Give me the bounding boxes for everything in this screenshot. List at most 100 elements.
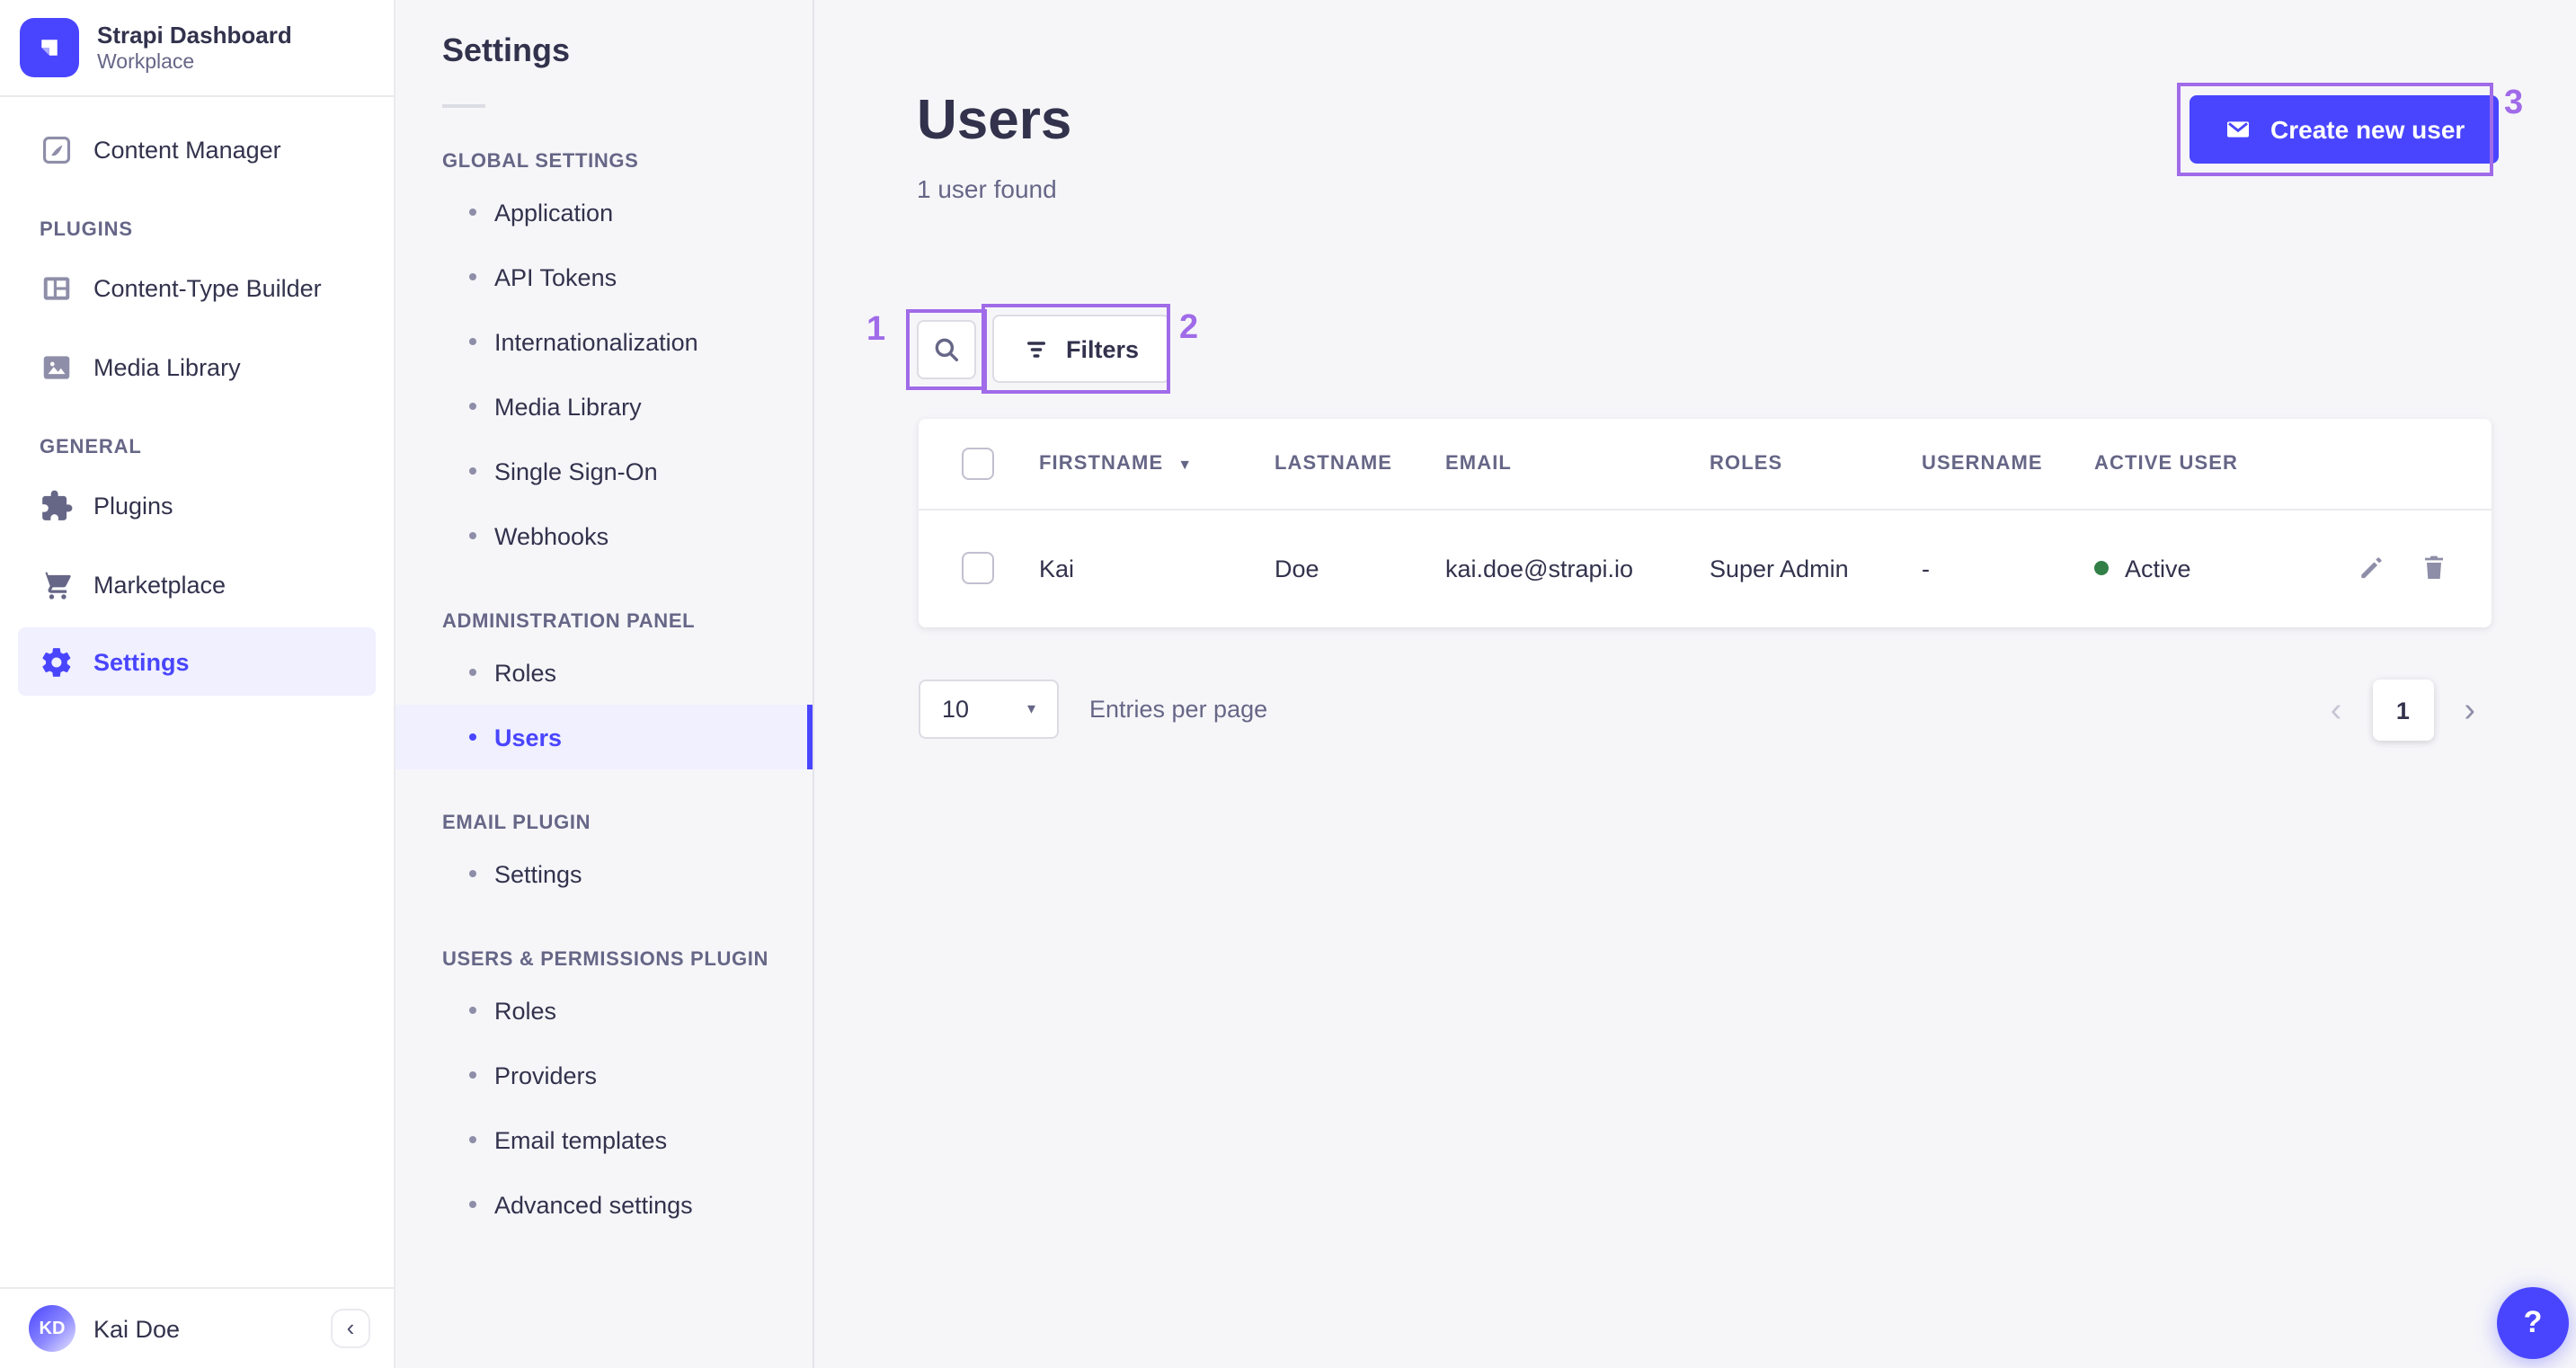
subnav-item-internationalization[interactable]: Internationalization (395, 309, 813, 374)
bullet-icon (469, 1007, 476, 1014)
entries-select[interactable]: 10 ▾ (919, 680, 1059, 739)
bullet-icon (469, 403, 476, 410)
subnav-item-roles-up[interactable]: Roles (395, 978, 813, 1043)
table-row: Kai Doe kai.doe@strapi.io Super Admin - … (919, 509, 2492, 626)
subnav-section-administration-panel: ADMINISTRATION PANEL (442, 611, 696, 633)
help-button[interactable]: ? (2497, 1287, 2569, 1359)
subnav-item-label: Email templates (494, 1126, 668, 1153)
chevron-down-icon: ▾ (1026, 699, 1035, 717)
sidebar-item-plugins[interactable]: Plugins (0, 466, 394, 545)
collapse-sidebar-button[interactable]: ‹ (331, 1309, 370, 1348)
envelope-icon (2224, 115, 2252, 144)
column-header-roles[interactable]: ROLES (1710, 453, 1922, 475)
sidebar-item-marketplace[interactable]: Marketplace (0, 545, 394, 624)
cell-firstname: Kai (1039, 555, 1075, 582)
sort-caret-icon: ▼ (1177, 456, 1194, 472)
subnav-item-label: Roles (494, 997, 557, 1024)
annotation-label-1: 1 (866, 311, 886, 349)
chevron-right-icon: › (2464, 691, 2475, 729)
subnav-item-webhooks[interactable]: Webhooks (395, 503, 813, 568)
subnav-item-providers[interactable]: Providers (395, 1043, 813, 1107)
row-checkbox[interactable] (962, 552, 994, 584)
annotation-label-2: 2 (1179, 309, 1199, 347)
image-icon (40, 350, 74, 384)
sidebar-item-label: Marketplace (93, 571, 227, 598)
entries-value: 10 (942, 696, 970, 723)
subnav-item-label: API Tokens (494, 263, 617, 290)
sidebar-item-content-manager[interactable]: Content Manager (0, 110, 394, 189)
cell-email: kai.doe@strapi.io (1445, 555, 1634, 582)
edit-user-button[interactable] (2357, 554, 2385, 582)
sidebar-item-label: Media Library (93, 353, 241, 380)
active-indicator (807, 705, 813, 769)
bullet-icon (469, 273, 476, 280)
subnav-item-api-tokens[interactable]: API Tokens (395, 244, 813, 309)
user-count: 1 user found (917, 174, 1057, 203)
sidebar-item-label: Plugins (93, 492, 173, 519)
users-table: FIRSTNAME ▼ LASTNAME EMAIL ROLES USERNAM… (919, 419, 2492, 627)
sidebar-section-general: GENERAL (40, 437, 142, 458)
bullet-icon (469, 532, 476, 539)
settings-subnav: Settings GLOBAL SETTINGS Application API… (395, 0, 814, 1368)
subnav-item-email-templates[interactable]: Email templates (395, 1107, 813, 1172)
subnav-item-label: Providers (494, 1062, 598, 1088)
subnav-item-advanced-settings[interactable]: Advanced settings (395, 1172, 813, 1237)
pencil-icon (2357, 554, 2385, 582)
sidebar-item-settings[interactable]: Settings (18, 627, 376, 696)
subnav-item-media-library[interactable]: Media Library (395, 374, 813, 439)
column-header-firstname[interactable]: FIRSTNAME ▼ (1039, 453, 1275, 475)
previous-page-button[interactable]: ‹ (2331, 693, 2342, 727)
delete-user-button[interactable] (2420, 554, 2448, 582)
sidebar-item-media-library[interactable]: Media Library (0, 327, 394, 406)
divider (0, 95, 394, 97)
column-header-lastname[interactable]: LASTNAME (1275, 453, 1445, 475)
sidebar-item-label: Content Manager (93, 136, 281, 163)
next-page-button[interactable]: › (2464, 693, 2475, 727)
layout-icon (40, 271, 74, 305)
subnav-item-label: Application (494, 199, 614, 226)
chevron-left-icon: ‹ (346, 1313, 355, 1340)
sidebar-item-label: Settings (93, 648, 190, 675)
feather-icon (40, 132, 74, 166)
sidebar-item-content-type-builder[interactable]: Content-Type Builder (0, 248, 394, 327)
bullet-icon (469, 467, 476, 475)
cell-active-user: Active (2094, 555, 2299, 582)
status-badge: Active (2125, 555, 2191, 582)
subnav-item-users[interactable]: Users (395, 705, 813, 769)
subnav-item-label: Single Sign-On (494, 457, 658, 484)
chevron-left-icon: ‹ (2330, 691, 2342, 729)
page-1-button[interactable]: 1 (2372, 680, 2434, 741)
select-all-checkbox[interactable] (962, 448, 994, 480)
question-mark-icon: ? (2523, 1305, 2543, 1339)
column-header-active-user[interactable]: ACTIVE USER (2094, 453, 2299, 475)
create-new-user-label: Create new user (2270, 115, 2465, 144)
puzzle-icon (40, 488, 74, 522)
cell-roles: Super Admin (1710, 555, 1849, 582)
subnav-item-single-sign-on[interactable]: Single Sign-On (395, 439, 813, 503)
subnav-item-label: Users (494, 724, 563, 751)
subnav-item-roles-admin[interactable]: Roles (395, 640, 813, 705)
gear-icon (40, 644, 74, 679)
brand: Strapi Dashboard Workplace (0, 0, 394, 77)
search-button[interactable] (917, 320, 976, 379)
bullet-icon (469, 1201, 476, 1208)
subnav-item-label: Internationalization (494, 328, 698, 355)
trash-icon (2420, 554, 2448, 582)
subnav-item-email-settings[interactable]: Settings (395, 841, 813, 906)
strapi-dashboard: Strapi Dashboard Workplace Content Manag… (0, 0, 2576, 1368)
column-header-email[interactable]: EMAIL (1445, 453, 1710, 475)
entries-per-page: 10 ▾ Entries per page (919, 680, 1267, 739)
bullet-icon (469, 338, 476, 345)
subnav-item-application[interactable]: Application (395, 180, 813, 244)
pagination: ‹ 1 › (2331, 680, 2475, 741)
avatar: KD (29, 1305, 76, 1352)
column-header-username[interactable]: USERNAME (1922, 453, 2094, 475)
brand-text: Strapi Dashboard Workplace (97, 20, 292, 76)
create-new-user-button[interactable]: Create new user (2190, 95, 2500, 164)
page-title: Users (917, 88, 1072, 151)
cell-lastname: Doe (1275, 555, 1319, 582)
main-content: Users 1 user found Create new user Filte… (816, 0, 2576, 1368)
filters-button[interactable]: Filters (992, 315, 1170, 383)
subnav-section-email-plugin: EMAIL PLUGIN (442, 813, 591, 834)
subnav-item-label: Webhooks (494, 522, 609, 549)
